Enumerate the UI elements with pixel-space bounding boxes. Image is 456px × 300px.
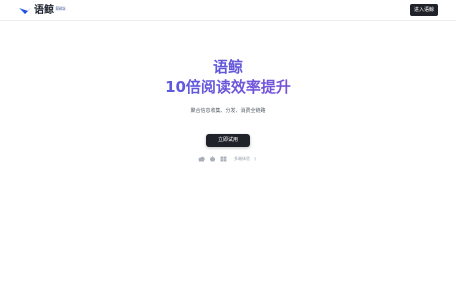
beta-badge: Beta (55, 6, 67, 11)
brand-logo[interactable]: 语鲸 Beta (19, 5, 67, 16)
hero-tagline: 聚合信息收集、分发、消费全链路 (190, 108, 266, 114)
cloud-icon[interactable] (198, 156, 205, 162)
hero-subtitle: 10倍阅读效率提升 (0, 78, 456, 97)
hero-title: 语鲸 (0, 58, 456, 76)
apple-icon[interactable] (209, 156, 216, 162)
top-navigation-bar: 语鲸 Beta 进入语鲸 (0, 0, 456, 21)
platform-list: 多端体验 ? (198, 156, 256, 162)
windows-icon[interactable] (220, 156, 227, 162)
help-icon[interactable]: ? (254, 157, 256, 162)
multi-platform-label: 多端体验 (234, 156, 250, 161)
try-now-button[interactable]: 立即试用 (206, 134, 250, 147)
logo-text: 语鲸 (34, 5, 54, 16)
enter-app-button[interactable]: 进入语鲸 (409, 4, 438, 16)
whale-logo-icon (19, 6, 31, 14)
